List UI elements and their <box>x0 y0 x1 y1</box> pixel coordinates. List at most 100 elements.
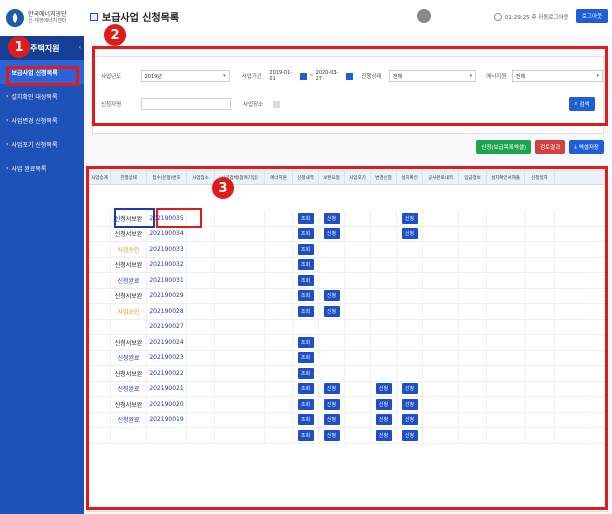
supplement-button[interactable]: 신청 <box>323 290 340 302</box>
view-button[interactable]: 조회 <box>297 228 314 240</box>
app-number-link[interactable]: 202190031 <box>147 273 187 288</box>
period-end[interactable]: 2020-03-27 <box>316 70 345 82</box>
view-button[interactable]: 조회 <box>297 414 314 426</box>
table-row[interactable]: 202190027 <box>89 319 607 335</box>
install-check-button[interactable]: 신청 <box>401 383 418 395</box>
app-number-link[interactable]: 202190020 <box>147 397 187 412</box>
sidebar-item-completed[interactable]: › 사업 완료목록 <box>0 156 84 180</box>
column-header[interactable]: 사업승계 <box>89 171 111 184</box>
supplement-button[interactable]: 신청 <box>323 414 340 426</box>
table-row[interactable]: 신청완료 202190021 조회 신청 신청 신청 <box>89 381 607 397</box>
app-number-link[interactable]: 202190033 <box>147 242 187 257</box>
column-header-filler <box>555 171 607 184</box>
sidebar-item-install-check[interactable]: › 설치확인 대상목록 <box>0 84 84 108</box>
table-row[interactable]: 사업승인 202190033 조회 <box>89 242 607 258</box>
column-header[interactable]: 신청일자 <box>525 171 555 184</box>
table-row[interactable]: 조회 신청 신청 신청 <box>89 428 607 444</box>
column-header[interactable]: 입금정보 <box>459 171 487 184</box>
review-result-button[interactable]: 검토결과 <box>535 140 566 154</box>
view-button[interactable]: 조회 <box>297 352 314 364</box>
column-header[interactable]: 공사완료내역 <box>423 171 459 184</box>
brand-logo[interactable]: 한국에너지공단 신·재생에너지센터 <box>0 0 84 36</box>
table-row[interactable]: 신청서보완 202190024 조회 <box>89 335 607 351</box>
app-number-link[interactable]: 202190035 <box>147 211 187 226</box>
supplement-button[interactable]: 신청 <box>323 398 340 410</box>
view-button[interactable]: 조회 <box>297 336 314 348</box>
calendar-icon[interactable] <box>346 72 354 80</box>
table-row[interactable]: 신청서보완 202190020 조회 신청 신청 신청 <box>89 397 607 413</box>
column-header[interactable]: 접수(신청)번호 <box>147 171 187 184</box>
table-row[interactable]: 신청서보완 202190034 조회 신청 신청 <box>89 226 607 242</box>
app-number-link[interactable]: 202190032 <box>147 257 187 272</box>
table-row[interactable]: 신청서보완 202190029 조회 신청 <box>89 288 607 304</box>
install-check-button[interactable]: 신청 <box>401 212 418 224</box>
app-number-link[interactable]: 202190023 <box>147 350 187 365</box>
supplement-button[interactable]: 신청 <box>323 383 340 395</box>
column-header[interactable]: 진행상태 <box>111 171 147 184</box>
app-number-link[interactable] <box>147 428 187 443</box>
calendar-icon[interactable] <box>300 72 308 80</box>
view-button[interactable]: 조회 <box>297 383 314 395</box>
table-row[interactable]: 신청완료 202190023 조회 <box>89 350 607 366</box>
supplement-button[interactable]: 신청 <box>323 228 340 240</box>
view-button[interactable]: 조회 <box>297 367 314 379</box>
table-row[interactable]: 사업승인 202190028 조회 신청 <box>89 304 607 320</box>
energy-select[interactable]: 전체 ▾ <box>511 70 603 82</box>
install-check-button[interactable]: 신청 <box>401 398 418 410</box>
sidebar-item-abandon-request[interactable]: › 사업포기 신청목록 <box>0 132 84 156</box>
view-button[interactable]: 조회 <box>297 429 314 441</box>
view-button[interactable]: 조회 <box>297 243 314 255</box>
table-row[interactable]: 신청완료 202190019 조회 신청 신청 신청 <box>89 412 607 428</box>
address-search-icon[interactable] <box>273 100 280 108</box>
app-number-link[interactable]: 202190034 <box>147 226 187 241</box>
period-start[interactable]: 2019-01-01 <box>269 70 298 82</box>
year-select[interactable]: 2019년 ▾ <box>140 70 230 82</box>
view-button[interactable]: 조회 <box>297 259 314 271</box>
user-settings-icon[interactable] <box>417 9 431 23</box>
column-header[interactable]: 신청내역 <box>293 171 319 184</box>
view-button[interactable]: 조회 <box>297 274 314 286</box>
change-request-button[interactable]: 신청 <box>375 429 392 441</box>
app-number-link[interactable]: 202190022 <box>147 366 187 381</box>
supplement-button[interactable]: 신청 <box>323 305 340 317</box>
install-check-button[interactable]: 신청 <box>401 228 418 240</box>
column-header[interactable]: 설치확인서제출 <box>487 171 525 184</box>
sidebar-collapse-icon[interactable]: ‹ <box>79 44 81 51</box>
app-number-link[interactable]: 202190029 <box>147 288 187 303</box>
change-request-button[interactable]: 신청 <box>375 414 392 426</box>
column-header[interactable]: 보완요청 <box>319 171 345 184</box>
excel-save-button[interactable]: ⤓ 엑셀저장 <box>569 140 604 154</box>
view-button[interactable]: 조회 <box>297 290 314 302</box>
install-check-button[interactable]: 신청 <box>401 429 418 441</box>
status-select[interactable]: 전체 ▾ <box>389 70 477 82</box>
app-number-link[interactable]: 202190021 <box>147 381 187 396</box>
change-request-button[interactable]: 신청 <box>375 383 392 395</box>
table-row[interactable]: 신청서보완 202190035 조회 신청 신청 <box>89 211 607 227</box>
excel-apply-button[interactable]: 신청(보급목록엑셀) <box>476 140 532 154</box>
column-header[interactable]: 사업포기 <box>345 171 371 184</box>
app-number-link[interactable]: 202190028 <box>147 304 187 319</box>
column-header[interactable]: 에너지원 <box>265 171 293 184</box>
applicant-input[interactable] <box>141 98 231 110</box>
sidebar-item-apply-list[interactable]: › 보급사업 신청목록 <box>0 60 84 84</box>
logout-button[interactable]: 로그아웃 <box>576 9 608 23</box>
sidebar-item-change-request[interactable]: › 사업변경 신청목록 <box>0 108 84 132</box>
table-row[interactable]: 신청서보완 202190032 조회 <box>89 257 607 273</box>
view-cell: 조회 <box>293 257 319 272</box>
app-number-link[interactable]: 202190019 <box>147 412 187 427</box>
change-request-button[interactable]: 신청 <box>375 398 392 410</box>
table-row[interactable]: 신청서보완 202190022 조회 <box>89 366 607 382</box>
app-number-link[interactable]: 202190024 <box>147 335 187 350</box>
search-button[interactable]: ⌕ 검색 <box>569 97 595 111</box>
view-button[interactable]: 조회 <box>297 305 314 317</box>
install-check-button[interactable]: 신청 <box>401 414 418 426</box>
table-row[interactable]: 신청완료 202190031 조회 <box>89 273 607 289</box>
column-header[interactable]: 변경신청 <box>371 171 397 184</box>
view-button[interactable]: 조회 <box>297 398 314 410</box>
column-header[interactable]: 설치확인 <box>397 171 423 184</box>
supplement-button[interactable]: 신청 <box>323 429 340 441</box>
column-header[interactable]: 사업장소 <box>187 171 215 184</box>
supplement-button[interactable]: 신청 <box>323 212 340 224</box>
app-number-link[interactable]: 202190027 <box>147 319 187 334</box>
view-button[interactable]: 조회 <box>297 212 314 224</box>
